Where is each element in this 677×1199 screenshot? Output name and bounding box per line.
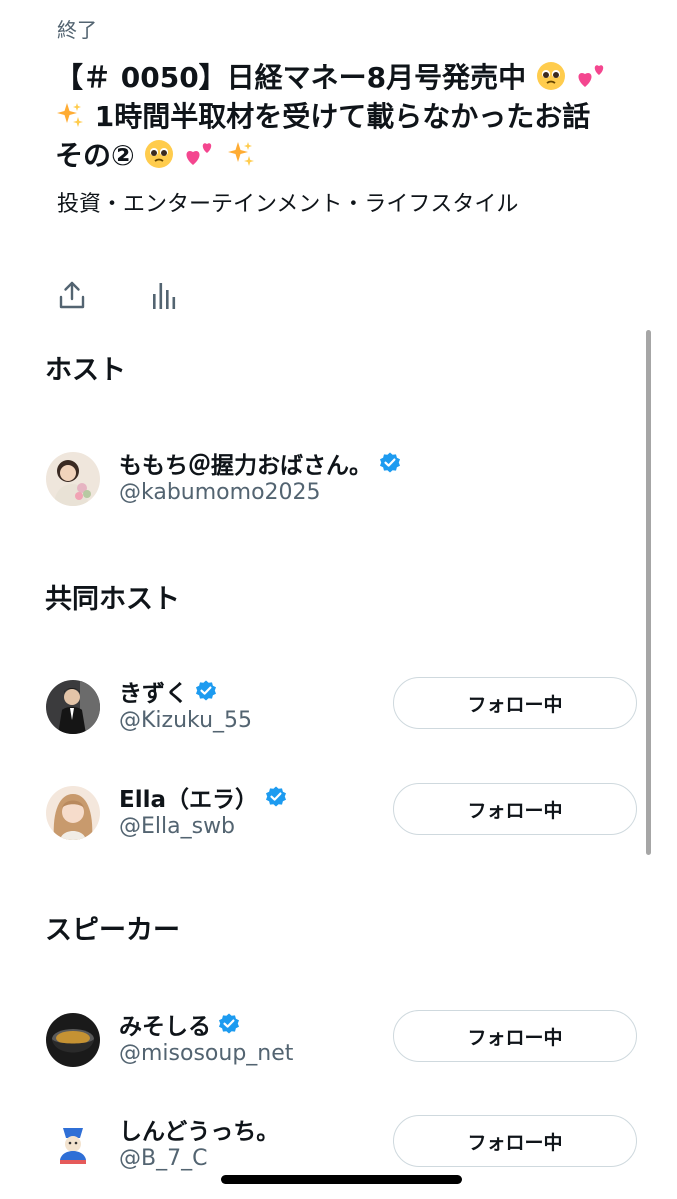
user-handle: @Ella_swb bbox=[119, 814, 236, 839]
avatar[interactable] bbox=[46, 680, 100, 734]
space-category: 投資・エンターテインメント・ライフスタイル bbox=[57, 192, 519, 217]
analytics-icon bbox=[153, 283, 176, 309]
following-button[interactable]: フォロー中 bbox=[393, 783, 637, 835]
home-indicator[interactable] bbox=[221, 1175, 462, 1184]
user-name[interactable]: Ella（エラ） bbox=[119, 780, 288, 814]
sparkles-emoji-icon bbox=[57, 103, 83, 127]
speaker-user-row[interactable]: しんどうっち。 @B_7_C フォロー中 bbox=[46, 1115, 646, 1176]
avatar[interactable] bbox=[46, 1118, 100, 1172]
verified-badge-icon bbox=[196, 680, 216, 701]
analytics-button[interactable] bbox=[147, 278, 181, 312]
verified-badge-icon bbox=[219, 1013, 239, 1034]
following-button[interactable]: フォロー中 bbox=[393, 1010, 637, 1062]
space-details-page: 終了 【＃ 0050】日経マネー8月号発売中 1時間半取材を受けて載らなかったお… bbox=[0, 0, 677, 1199]
user-name[interactable]: しんどうっち。 bbox=[119, 1112, 279, 1146]
user-handle: @misosoup_net bbox=[119, 1041, 294, 1066]
space-status: 終了 bbox=[57, 18, 97, 42]
host-user-row[interactable]: ももち＠握力おばさん。 @kabumomo2025 bbox=[46, 450, 646, 510]
scrollbar[interactable] bbox=[646, 330, 651, 855]
sparkles-emoji-icon bbox=[227, 142, 254, 166]
avatar[interactable] bbox=[46, 452, 100, 506]
share-icon bbox=[59, 281, 85, 309]
cohost-user-row[interactable]: きずく @Kizuku_55 フォロー中 bbox=[46, 677, 646, 738]
following-button[interactable]: フォロー中 bbox=[393, 1115, 637, 1167]
user-handle: @kabumomo2025 bbox=[119, 480, 321, 505]
share-button[interactable] bbox=[55, 278, 89, 312]
speaker-user-row[interactable]: みそしる @misosoup_net フォロー中 bbox=[46, 1010, 646, 1071]
cohost-user-row[interactable]: Ella（エラ） @Ella_swb フォロー中 bbox=[46, 783, 646, 844]
user-handle: @B_7_C bbox=[119, 1146, 208, 1171]
host-section-title: ホスト bbox=[45, 355, 126, 386]
user-name[interactable]: きずく bbox=[119, 674, 218, 708]
avatar[interactable] bbox=[46, 786, 100, 840]
two-hearts-emoji-icon bbox=[578, 65, 603, 87]
user-handle: @Kizuku_55 bbox=[119, 708, 253, 733]
space-title: 【＃ 0050】日経マネー8月号発売中 1時間半取材を受けて載らなかったお話 そ… bbox=[55, 58, 655, 175]
user-name[interactable]: みそしる bbox=[119, 1007, 241, 1041]
user-name[interactable]: ももち＠握力おばさん。 bbox=[119, 446, 402, 480]
title-line-3: その② bbox=[55, 139, 135, 172]
following-button[interactable]: フォロー中 bbox=[393, 677, 637, 729]
verified-badge-icon bbox=[266, 786, 286, 807]
title-line-1: 【＃ 0050】日経マネー8月号発売中 bbox=[55, 61, 527, 94]
title-line-2: 1時間半取材を受けて載らなかったお話 bbox=[94, 100, 591, 133]
action-bar bbox=[55, 278, 181, 312]
verified-badge-icon bbox=[380, 452, 400, 473]
two-hearts-emoji-icon bbox=[186, 143, 212, 165]
cohost-section-title: 共同ホスト bbox=[45, 584, 180, 615]
avatar[interactable] bbox=[46, 1013, 100, 1067]
pleading-face-emoji-icon bbox=[536, 62, 565, 90]
speaker-section-title: スピーカー bbox=[45, 915, 180, 946]
pleading-face-emoji-icon bbox=[145, 140, 174, 168]
